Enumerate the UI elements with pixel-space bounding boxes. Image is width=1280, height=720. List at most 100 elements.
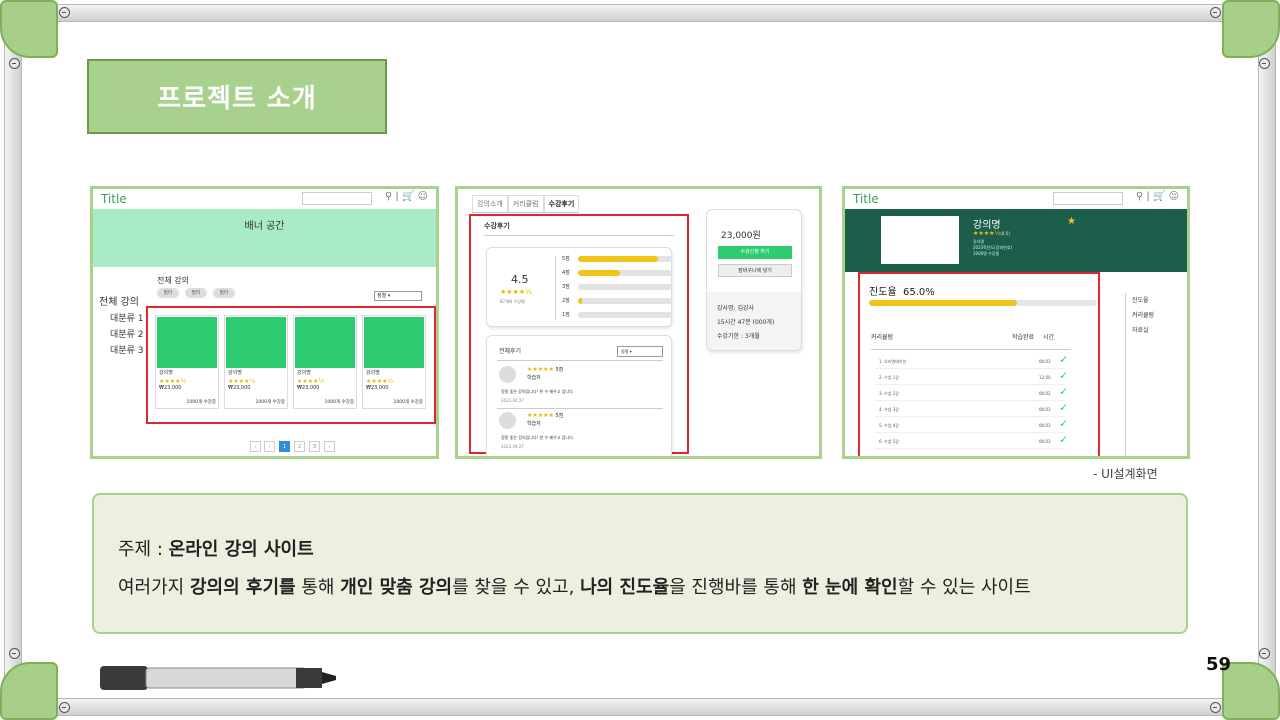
pager-button-active[interactable]: 1 bbox=[279, 441, 290, 452]
mini-title: Title bbox=[101, 192, 127, 206]
screw-icon bbox=[1259, 648, 1270, 659]
screw-icon bbox=[59, 702, 70, 713]
review-stars: ★★★★★ bbox=[527, 412, 554, 419]
review-sort-select[interactable]: 정렬 ▾ bbox=[617, 346, 663, 357]
course-card[interactable]: 강의명 ★★★★½ ₩23,000 1000개 수강중 bbox=[155, 315, 219, 409]
project-summary-box: 주제 : 온라인 강의 사이트 여러가지 강의의 후기를 통해 개인 맞춤 강의… bbox=[92, 493, 1188, 634]
lesson-time: 12:00 bbox=[1039, 375, 1051, 380]
sort-select[interactable]: 정렬 ▾ bbox=[374, 291, 422, 301]
curriculum-row[interactable]: 3. 수업 2강 06:02 ✓ bbox=[875, 385, 1069, 401]
lesson-name: 2. 수업 1강 bbox=[879, 375, 899, 380]
frame-right bbox=[1258, 30, 1276, 690]
rating-count: 87개의 수강평 bbox=[500, 299, 525, 304]
screw-icon bbox=[9, 58, 20, 69]
divider bbox=[497, 408, 663, 409]
lesson-name: 4. 수업 3강 bbox=[879, 407, 899, 412]
screenshot-progress: Title ⚲ | 🛒 ☺ 강의명 ★★★★½(4.5) 강사명 2023학년도… bbox=[842, 186, 1190, 459]
add-to-cart-button[interactable]: 장바구니에 넣기 bbox=[718, 264, 792, 277]
course-meta: 강사명 2023학년도(강좌번호) 1000명 수강중 bbox=[973, 239, 1012, 257]
tab-reviews[interactable]: 수강후기 bbox=[543, 195, 580, 212]
curriculum-row[interactable]: 4. 수업 3강 06:03 ✓ bbox=[875, 401, 1068, 417]
filter-chip[interactable]: 필터 bbox=[213, 288, 235, 298]
lesson-name: 1. 오리엔테이션 bbox=[879, 359, 907, 364]
review-item: ★★★★★ 5점 학습자 bbox=[527, 366, 563, 382]
sidebar-item[interactable]: 대분류 2 bbox=[99, 327, 143, 343]
curriculum-row[interactable]: 5. 수업 4강 06:03 ✓ bbox=[875, 417, 1068, 433]
review-section-title: 수강후기 bbox=[484, 222, 510, 230]
slide-title: 프로젝트 소개 bbox=[157, 84, 317, 114]
tab-curriculum[interactable]: 커리큘럼 bbox=[507, 195, 544, 212]
screw-icon bbox=[59, 7, 70, 18]
menu-item-progress[interactable]: 진도율 bbox=[1132, 293, 1154, 308]
sidebar-item[interactable]: 대분류 1 bbox=[99, 311, 143, 327]
course-card[interactable]: 강의명 ★★★★½ ₩23,000 1000개 수강중 bbox=[293, 315, 357, 409]
rating-bar-label: 3점 bbox=[562, 284, 570, 290]
rating-bar-row: 5점 bbox=[562, 255, 672, 262]
course-name: 강의명 bbox=[297, 370, 311, 376]
screw-icon bbox=[1210, 702, 1221, 713]
pager-button[interactable]: ‹ bbox=[264, 441, 275, 452]
page-number: 59 bbox=[1206, 654, 1232, 675]
course-meta-line: 1000명 수강중 bbox=[973, 251, 1000, 256]
enroll-button[interactable]: 수강신청 하기 bbox=[718, 246, 792, 259]
course-card[interactable]: 강의명 ★★★★½ ₩23,000 1000개 수강중 bbox=[224, 315, 288, 409]
course-thumbnail bbox=[364, 317, 424, 368]
banner-label: 배너 공간 bbox=[244, 221, 285, 232]
check-icon: ✓ bbox=[1059, 433, 1069, 446]
course-side-menu: 진도율 커리큘럼 자료실 bbox=[1125, 293, 1154, 456]
course-stars: ★★★★½ bbox=[159, 378, 187, 385]
pager-button[interactable]: 3 bbox=[309, 441, 320, 452]
progress-value: 65.0% bbox=[902, 287, 935, 298]
detail-tabs: 강의소개 커리큘럼 수강후기 bbox=[472, 195, 580, 213]
all-reviews-panel: 전체후기 정렬 ▾ ★★★★★ 5점 학습자 정말 좋은 강의입니다! 한 수 … bbox=[486, 335, 672, 456]
divider bbox=[497, 360, 663, 361]
all-reviews-title: 전체후기 bbox=[499, 348, 522, 355]
filter-chip[interactable]: 필터 bbox=[185, 288, 207, 298]
marker-pen-icon bbox=[100, 666, 336, 690]
screenshot-course-list: Title ⚲ | 🛒 ☺ 배너 공간 전체 강의 필터 필터 필터 정렬 ▾ … bbox=[90, 186, 439, 459]
curriculum-row[interactable]: 1. 오리엔테이션 06:03 ✓ bbox=[875, 353, 1068, 369]
course-price: ₩23,000 bbox=[366, 385, 389, 391]
rating-bar-fill bbox=[577, 255, 658, 262]
pager-button[interactable]: 2 bbox=[294, 441, 305, 452]
progress-bar bbox=[869, 300, 1097, 306]
pager-button[interactable]: › bbox=[324, 441, 335, 452]
course-stars: ★★★★½ bbox=[366, 378, 394, 385]
review-score: 5점 bbox=[555, 367, 564, 373]
favorite-star-icon[interactable]: ★ bbox=[1067, 216, 1076, 227]
rating-bar-track bbox=[577, 283, 672, 290]
curriculum-row[interactable]: 6. 수업 5강 06:03 ✓ bbox=[875, 433, 1069, 449]
review-text: 정말 좋은 강의입니다! 한 수 배우고 갑니다. bbox=[501, 389, 575, 394]
frame-left bbox=[4, 30, 22, 690]
menu-item-materials[interactable]: 자료실 bbox=[1132, 323, 1154, 338]
course-badge: 1000개 수강중 bbox=[255, 400, 285, 405]
time-header: 시간 bbox=[1043, 334, 1055, 341]
section-title: 전체 강의 bbox=[157, 276, 189, 285]
progress-bar-fill bbox=[869, 300, 1018, 306]
rating-bar-fill bbox=[577, 269, 621, 276]
course-card[interactable]: 강의명 ★★★★½ ₩23,000 1000개 수강중 bbox=[362, 315, 426, 409]
mini-search-input[interactable] bbox=[1053, 192, 1123, 205]
course-rating-value: (4.5) bbox=[1000, 231, 1010, 236]
menu-item-curriculum[interactable]: 커리큘럼 bbox=[1132, 308, 1154, 323]
filter-chip[interactable]: 필터 bbox=[157, 288, 179, 298]
duration-info: 15시간 47분 (000개) bbox=[717, 319, 775, 326]
course-name: 강의명 bbox=[159, 370, 173, 376]
rating-value: 4.5 bbox=[511, 273, 529, 286]
course-thumbnail bbox=[295, 317, 355, 368]
curriculum-row[interactable]: 2. 수업 1강 12:00 ✓ bbox=[875, 369, 1068, 385]
course-badge: 1000개 수강중 bbox=[324, 400, 354, 405]
course-stars: ★★★★½ bbox=[228, 378, 256, 385]
course-price: ₩23,000 bbox=[228, 385, 251, 391]
sidebar-item[interactable]: 대분류 3 bbox=[99, 343, 143, 359]
course-price: 23,000원 bbox=[721, 231, 761, 241]
pager-button[interactable]: ‹ bbox=[250, 441, 261, 452]
check-icon: ✓ bbox=[1059, 385, 1069, 398]
lesson-name: 6. 수업 5강 bbox=[879, 439, 899, 444]
mini-search-input[interactable] bbox=[302, 192, 372, 205]
frame-bottom bbox=[30, 698, 1250, 716]
tab-intro[interactable]: 강의소개 bbox=[472, 195, 508, 212]
rating-bar-track bbox=[577, 311, 672, 318]
review-date: 2023.04.27 bbox=[501, 444, 524, 449]
sidebar-heading: 전체 강의 bbox=[99, 297, 139, 308]
